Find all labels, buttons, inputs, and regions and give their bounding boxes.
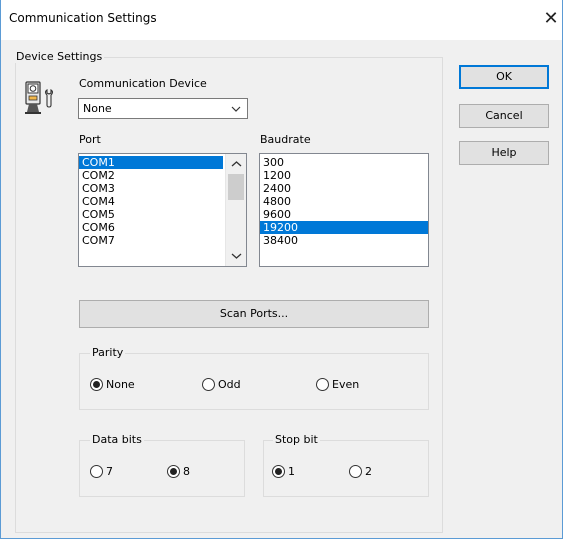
port-list-items: COM1 COM2 COM3 COM4 COM5 COM6 COM7 xyxy=(79,156,223,247)
stop-bit-radio-1[interactable]: 1 xyxy=(272,464,332,480)
communication-device-value: None xyxy=(83,102,112,115)
close-icon[interactable]: ✕ xyxy=(541,8,561,30)
radio-dot xyxy=(93,381,100,388)
stop-bit-label: Stop bit xyxy=(273,433,320,446)
data-bits-radio-8[interactable]: 8 xyxy=(167,464,227,480)
radio-circle xyxy=(90,465,103,478)
dialog-client: Device Settings Communication Device Non… xyxy=(0,40,563,539)
port-scrollbar[interactable] xyxy=(225,154,246,266)
baudrate-list-item[interactable]: 4800 xyxy=(260,195,428,208)
radio-circle xyxy=(272,465,285,478)
window-title: Communication Settings xyxy=(9,11,157,25)
baudrate-list-item[interactable]: 9600 xyxy=(260,208,428,221)
baudrate-list-items: 300 1200 2400 4800 9600 19200 38400 xyxy=(260,156,428,247)
data-bits-radio-7[interactable]: 7 xyxy=(90,464,150,480)
parity-radio-none[interactable]: None xyxy=(90,377,150,393)
port-label: Port xyxy=(79,133,101,146)
scroll-thumb[interactable] xyxy=(228,174,244,200)
title-bar: Communication Settings ✕ xyxy=(0,0,563,40)
port-list-item[interactable]: COM6 xyxy=(79,221,223,234)
port-list-item[interactable]: COM1 xyxy=(79,156,223,169)
scroll-up-icon[interactable] xyxy=(226,157,246,171)
scan-ports-button[interactable]: Scan Ports... xyxy=(79,300,429,328)
communication-device-label: Communication Device xyxy=(79,77,207,90)
parity-radio-odd[interactable]: Odd xyxy=(202,377,262,393)
parity-radio-even[interactable]: Even xyxy=(316,377,376,393)
radio-circle xyxy=(316,378,329,391)
scroll-down-icon[interactable] xyxy=(226,249,246,263)
parity-option-label: Odd xyxy=(218,378,241,391)
port-listbox[interactable]: COM1 COM2 COM3 COM4 COM5 COM6 COM7 xyxy=(78,153,247,267)
port-list-item[interactable]: COM4 xyxy=(79,195,223,208)
stop-bit-option-label: 1 xyxy=(288,465,295,478)
cancel-button[interactable]: Cancel xyxy=(459,104,549,128)
port-list-item[interactable]: COM3 xyxy=(79,182,223,195)
help-button[interactable]: Help xyxy=(459,141,549,165)
device-settings-label: Device Settings xyxy=(14,50,105,63)
radio-circle xyxy=(349,465,362,478)
stop-bit-option-label: 2 xyxy=(365,465,372,478)
baudrate-label: Baudrate xyxy=(260,133,311,146)
parity-label: Parity xyxy=(90,346,126,359)
port-list-item[interactable]: COM5 xyxy=(79,208,223,221)
data-bits-option-label: 8 xyxy=(183,465,190,478)
chevron-down-icon xyxy=(231,100,241,121)
baudrate-listbox[interactable]: 300 1200 2400 4800 9600 19200 38400 xyxy=(259,153,429,267)
parity-option-label: None xyxy=(106,378,135,391)
baudrate-list-item[interactable]: 1200 xyxy=(260,169,428,182)
baudrate-list-item[interactable]: 38400 xyxy=(260,234,428,247)
baudrate-list-item[interactable]: 2400 xyxy=(260,182,428,195)
radio-dot xyxy=(275,468,282,475)
radio-circle xyxy=(167,465,180,478)
device-wrench-icon xyxy=(23,80,57,116)
radio-circle xyxy=(90,378,103,391)
data-bits-label: Data bits xyxy=(90,433,144,446)
radio-circle xyxy=(202,378,215,391)
baudrate-list-item[interactable]: 19200 xyxy=(260,221,428,234)
stop-bit-radio-2[interactable]: 2 xyxy=(349,464,409,480)
parity-option-label: Even xyxy=(332,378,360,391)
port-list-item[interactable]: COM2 xyxy=(79,169,223,182)
communication-device-dropdown[interactable]: None xyxy=(78,98,248,119)
data-bits-option-label: 7 xyxy=(106,465,113,478)
baudrate-list-item[interactable]: 300 xyxy=(260,156,428,169)
radio-dot xyxy=(170,468,177,475)
port-list-item[interactable]: COM7 xyxy=(79,234,223,247)
ok-button[interactable]: OK xyxy=(459,65,549,89)
